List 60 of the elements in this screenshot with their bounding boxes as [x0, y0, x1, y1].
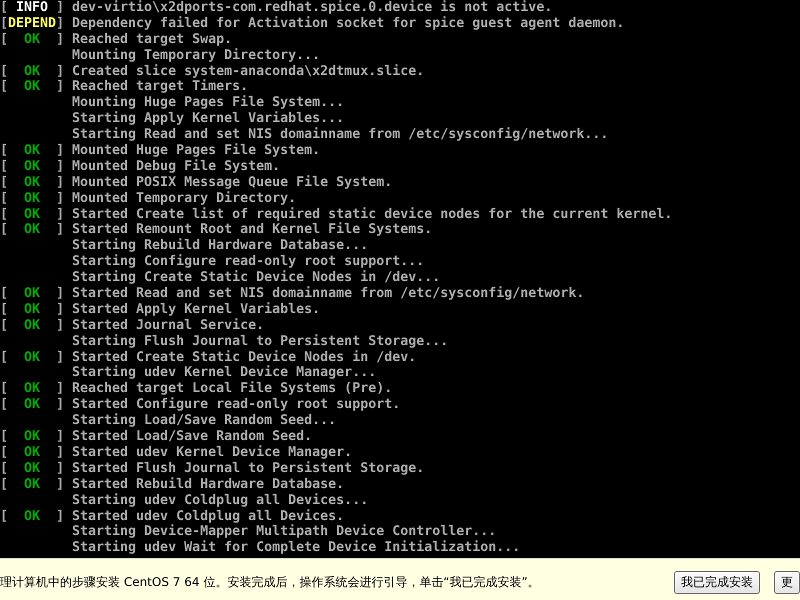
status-label: [ OK ]: [0, 302, 64, 318]
status-label: [ OK ]: [0, 206, 64, 222]
status-label: [ OK ]: [0, 32, 64, 48]
status-label: [ OK ]: [0, 508, 64, 524]
status-label: [ OK ]: [0, 350, 64, 366]
status-label: [ OK ]: [0, 174, 64, 191]
status-label: [ OK ]: [0, 64, 64, 80]
log-message: Starting Apply Kernel Variables...: [72, 111, 344, 127]
log-message: Mounted POSIX Message Queue File System.: [72, 174, 392, 191]
log-message: Starting Create Static Device Nodes in /dev...: [72, 270, 440, 286]
log-message: Starting Device-Mapper Multipath Device Controller...: [72, 524, 496, 540]
log-message: Reached target Local File Systems (Pre).: [72, 381, 392, 397]
status-label: [ OK ]: [0, 476, 64, 493]
log-message: Started Create list of required static device nodes for the current kernel.: [72, 206, 672, 222]
log-message: dev-virtio\x2dports-com.redhat.spice.0.device is not active.: [72, 0, 552, 16]
status-label: [ OK ]: [0, 460, 64, 477]
log-message: Starting Configure read-only root support...: [72, 254, 424, 270]
status-label: [ INFO ]: [0, 0, 64, 16]
status-label: [ OK ]: [0, 143, 64, 159]
log-message: Started Journal Service.: [72, 318, 264, 334]
status-label: [ OK ]: [0, 397, 64, 414]
status-label: [ OK ]: [0, 429, 64, 445]
log-message: Starting Load/Save Random Seed...: [72, 413, 336, 430]
log-message: Mounted Huge Pages File System.: [72, 143, 320, 159]
log-message: Mounting Huge Pages File System...: [72, 95, 344, 111]
log-message: Started Remount Root and Kernel File Systems.: [72, 222, 432, 238]
action-button[interactable]: 我已完成安装: [674, 571, 760, 594]
log-message: Created slice system-anaconda\x2dtmux.slice.: [72, 64, 424, 79]
status-label: [ OK ]: [0, 158, 64, 175]
log-message: Started Rebuild Hardware Database.: [72, 476, 344, 493]
log-message: Started udev Coldplug all Devices.: [72, 508, 344, 524]
status-label: [ OK ]: [0, 444, 64, 461]
log-message: Started Configure read-only root support.: [72, 397, 400, 413]
log-message: Starting udev Wait for Complete Device Initialization...: [72, 540, 520, 556]
log-message: Reached target Timers.: [72, 79, 248, 95]
status-label: [ OK ]: [0, 79, 64, 96]
status-label: [ OK ]: [0, 222, 64, 238]
status-label: [ OK ]: [0, 190, 64, 207]
log-message: Starting Rebuild Hardware Database...: [72, 238, 368, 254]
log-message: Starting udev Coldplug all Devices...: [72, 492, 368, 508]
hint-text: 理计算机中的步骤安装 CentOS 7 64 位。安装完成后，操作系统会进行引导，单击“我已完成安装”。: [0, 574, 541, 591]
log-message: Started udev Kernel Device Manager.: [72, 444, 352, 461]
log-message: Starting udev Kernel Device Manager...: [72, 365, 376, 381]
log-message: Mounted Temporary Directory.: [72, 190, 296, 207]
status-label: [ OK ]: [0, 286, 64, 302]
action-button[interactable]: 更: [774, 571, 800, 594]
log-message: Started Load/Save Random Seed.: [72, 429, 312, 445]
log-message: Starting Read and set NIS domainname from /etc/sysconfig/network...: [72, 127, 608, 143]
status-label: [ OK ]: [0, 381, 64, 398]
log-message: Mounting Temporary Directory...: [72, 48, 320, 64]
log-message: Started Apply Kernel Variables.: [72, 302, 320, 318]
status-label: [ OK ]: [0, 318, 64, 334]
log-message: Started Create Static Device Nodes in /dev.: [72, 350, 416, 365]
log-message: Starting Flush Journal to Persistent Storage...: [72, 334, 448, 350]
log-message: Dependency failed for Activation socket for spice guest agent daemon.: [72, 16, 624, 32]
log-message: Started Flush Journal to Persistent Storage.: [72, 460, 424, 477]
status-label: [DEPEND]: [0, 16, 64, 32]
log-message: Reached target Swap.: [72, 32, 232, 48]
log-message: Mounted Debug File System.: [72, 158, 280, 175]
log-message: Started Read and set NIS domainname from /etc/sysconfig/network.: [72, 286, 584, 302]
